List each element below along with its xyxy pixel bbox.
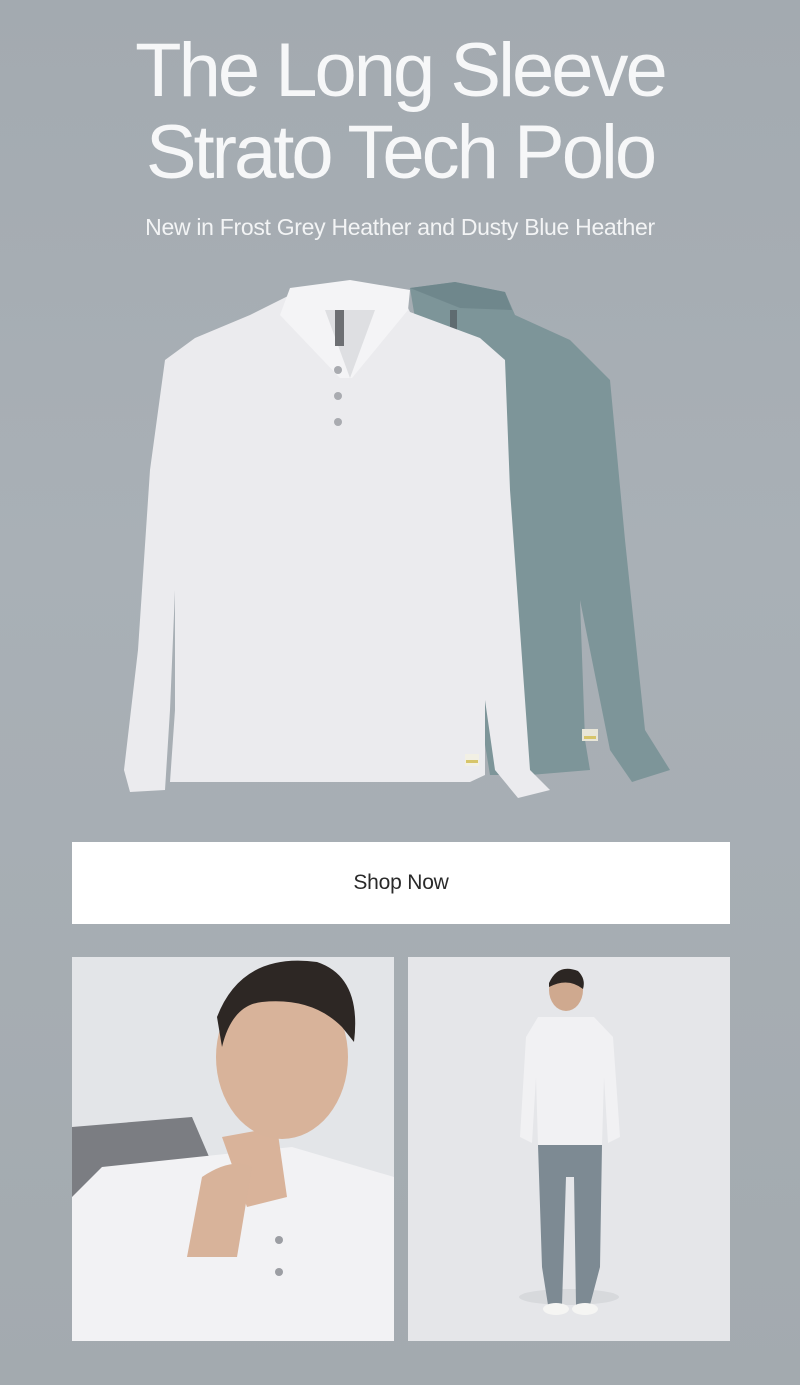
headline-line-2: Strato Tech Polo [145,110,657,195]
headline: The Long Sleeve Strato Tech Polo [0,30,800,194]
hero-product-image [110,270,700,810]
shop-now-button[interactable]: Shop Now [72,842,730,924]
model-closeup-photo [72,957,394,1341]
model-fullbody-photo [408,957,730,1341]
subheadline: New in Frost Grey Heather and Dusty Blue… [145,214,655,240]
headline-line-1: The Long Sleeve [135,28,668,113]
